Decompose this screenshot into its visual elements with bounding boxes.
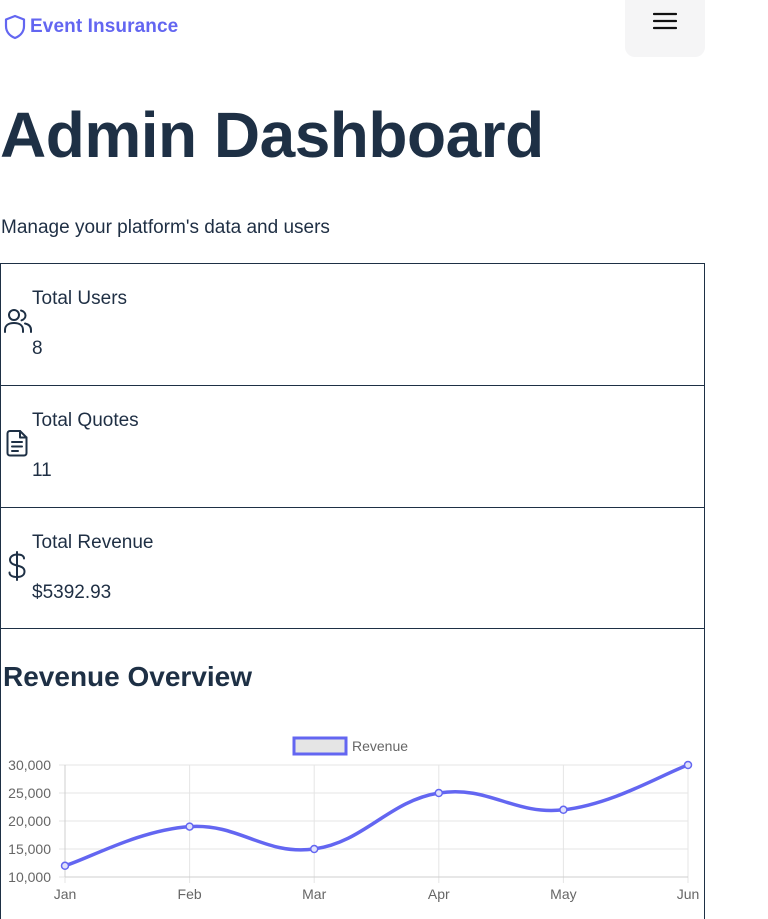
stat-label: Total Revenue [32,532,154,553]
y-tick-label: 25,000 [8,785,51,801]
revenue-chart-card: Revenue Overview 10,000 15,000 20,000 25,00… [0,628,705,919]
users-icon [3,306,33,341]
shield-icon [3,14,27,40]
data-point [434,788,444,798]
y-tick-label: 15,000 [8,841,51,857]
series-line-revenue [64,763,689,868]
x-tick-label: Feb [178,886,202,902]
stat-card-quotes: Total Quotes 11 [0,385,705,508]
menu-button[interactable] [625,0,705,57]
page-title: Admin Dashboard [0,99,544,171]
y-tick-label: 30,000 [8,757,51,773]
hamburger-menu-icon [652,11,678,36]
brand-name: Event Insurance [30,16,179,37]
dollar-icon [3,550,33,587]
stat-value: 8 [32,338,43,359]
page-subtitle: Manage your platform's data and users [1,217,330,238]
x-tick-label: Jun [677,886,700,902]
data-point [309,844,319,854]
stat-label: Total Users [32,288,128,309]
stat-card-revenue: Total Revenue $5392.93 [0,507,705,630]
y-tick-label: 10,000 [8,869,51,885]
legend-swatch [292,736,348,756]
revenue-line-chart: 10,000 15,000 20,000 25,000 30,000 Jan Feb Mar A… [8,736,700,902]
stat-value: $5392.93 [32,582,112,603]
x-tick-label: Apr [428,886,450,902]
stat-card-users: Total Users 8 [0,263,705,386]
x-tick-label: Jan [54,886,77,902]
x-tick-label: May [550,886,576,902]
data-point [559,805,568,815]
legend-label: Revenue [352,738,408,754]
stat-label: Total Quotes [32,410,139,431]
data-point [185,822,194,831]
data-point [60,861,70,871]
y-tick-label: 20,000 [8,813,51,829]
document-icon [3,428,33,463]
data-point [683,760,693,770]
stat-value: 11 [32,460,52,481]
x-tick-label: Mar [302,886,326,902]
brand-link[interactable]: Event Insurance [3,14,178,40]
